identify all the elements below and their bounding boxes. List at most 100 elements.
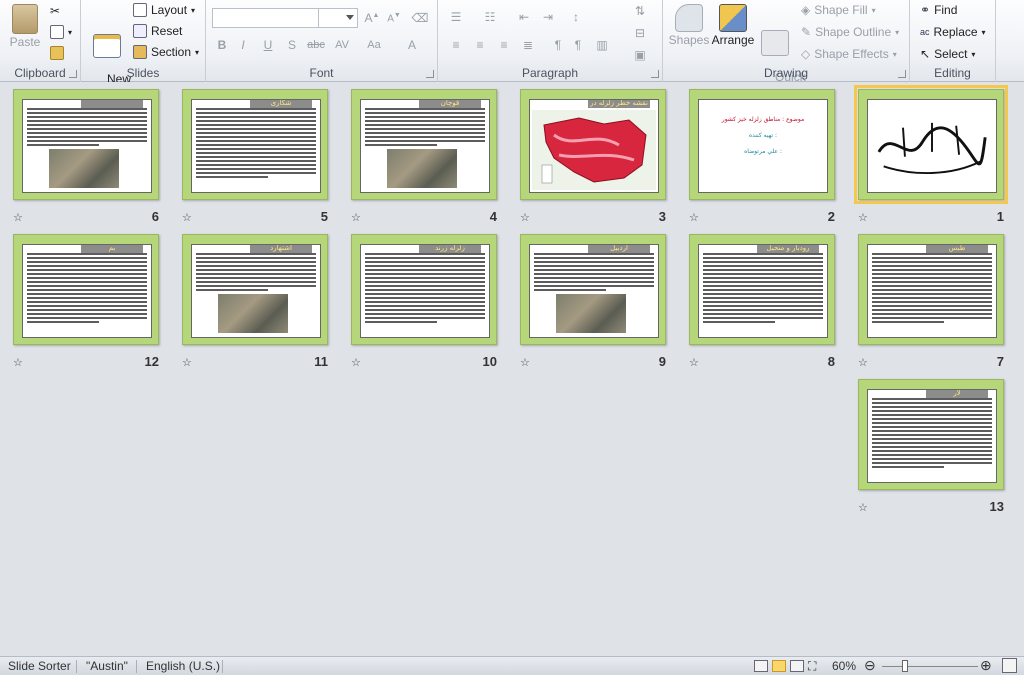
columns-button[interactable]: ▥ [592, 36, 612, 54]
justify-button[interactable]: ≣ [518, 36, 538, 54]
rtl-button[interactable]: ¶ [548, 36, 568, 54]
shapes-button[interactable]: Shapes [667, 2, 711, 47]
slide-preview[interactable] [854, 85, 1008, 204]
shape-outline-button[interactable]: ✎ Shape Outline ▾ [801, 25, 899, 39]
zoom-slider-thumb[interactable] [902, 660, 908, 672]
slide-thumbnail[interactable]: شکاری ☆ 5 [182, 89, 332, 229]
shape-effects-button[interactable]: ◇ Shape Effects ▾ [801, 47, 897, 61]
spacing-button[interactable]: AV [332, 36, 352, 54]
strikethrough-button[interactable]: abc [306, 36, 326, 54]
select-button[interactable]: ↖ Select ▾ [920, 47, 975, 61]
animation-star-icon[interactable]: ☆ [858, 501, 868, 514]
slide-thumbnail[interactable]: نقشه خطر زلزله در ایران ☆ 3 [520, 89, 670, 229]
bullets-button[interactable]: ☰ [446, 8, 466, 26]
slide-preview[interactable]: موضوع : مناطق زلزله خيز كشور تهيه كننده :… [689, 89, 835, 200]
slide-preview[interactable]: طبس [858, 234, 1004, 345]
reading-view-icon[interactable] [790, 660, 804, 672]
animation-star-icon[interactable]: ☆ [689, 356, 699, 369]
slide-thumbnail[interactable]: موضوع : مناطق زلزله خيز كشور تهيه كننده :… [689, 89, 839, 229]
slide-preview[interactable]: نقشه خطر زلزله در ایران [520, 89, 666, 200]
increase-indent-button[interactable]: ⇥ [538, 8, 558, 26]
slide-thumbnail[interactable]: زلزله زرند ☆ 10 [351, 234, 501, 374]
align-text-button[interactable]: ⊟ [630, 24, 650, 42]
slide-show-icon[interactable]: ⛶ [808, 659, 816, 674]
ltr-button[interactable]: ¶ [568, 36, 588, 54]
zoom-in-icon[interactable]: ⊕ [980, 657, 992, 674]
slide-thumbnail[interactable]: ☆ 6 [13, 89, 163, 229]
font-color-button[interactable]: A [402, 36, 422, 54]
smartart-button[interactable]: ▣ [630, 46, 650, 64]
slide-thumbnail[interactable]: بم ☆ 12 [13, 234, 163, 374]
slide-preview[interactable]: قوچان [351, 89, 497, 200]
fit-to-window-icon[interactable] [1002, 658, 1017, 673]
animation-star-icon[interactable]: ☆ [182, 211, 192, 224]
paragraph-launcher-icon[interactable] [651, 70, 659, 78]
slide-sorter-view-icon[interactable] [772, 660, 786, 672]
reset-button[interactable]: Reset [133, 24, 182, 38]
align-center-button[interactable]: ≡ [470, 36, 490, 54]
clear-format-button[interactable]: ⌫ [410, 9, 430, 27]
slide-thumbnail[interactable]: طبس ☆ 7 [858, 234, 1008, 374]
italic-button[interactable]: I [233, 36, 253, 54]
find-button[interactable]: ⚭ Find [920, 3, 957, 17]
font-name-combo[interactable] [212, 8, 320, 28]
arrange-button[interactable]: Arrange [711, 2, 755, 47]
normal-view-icon[interactable] [754, 660, 768, 672]
align-right-button[interactable]: ≡ [494, 36, 514, 54]
slide-preview[interactable]: شکاری [182, 89, 328, 200]
font-size-combo[interactable] [318, 8, 358, 28]
slide-thumbnail[interactable]: قوچان ☆ 4 [351, 89, 501, 229]
slide-thumbnail[interactable]: اردبیل ☆ 9 [520, 234, 670, 374]
slide-preview[interactable]: اردبیل [520, 234, 666, 345]
bold-button[interactable]: B [212, 36, 232, 54]
decrease-indent-icon: ⇤ [518, 10, 530, 24]
slide-thumbnail[interactable]: ☆ 1 [854, 85, 1008, 229]
slide-thumbnail[interactable]: رودبار و منجیل ☆ 8 [689, 234, 839, 374]
animation-star-icon[interactable]: ☆ [182, 356, 192, 369]
copy-button[interactable]: ▾ [50, 25, 72, 39]
animation-star-icon[interactable]: ☆ [520, 356, 530, 369]
format-painter-button[interactable] [50, 46, 64, 60]
slide-preview[interactable]: زلزله زرند [351, 234, 497, 345]
theme-name[interactable]: "Austin" [86, 659, 128, 673]
text-direction-button[interactable]: ⇅ [630, 2, 650, 20]
shadow-button[interactable]: S [282, 36, 302, 54]
replace-button[interactable]: ac Replace ▾ [920, 25, 986, 39]
slide-preview[interactable]: لار [858, 379, 1004, 490]
animation-star-icon[interactable]: ☆ [858, 211, 868, 224]
zoom-slider-track[interactable] [882, 666, 978, 667]
animation-star-icon[interactable]: ☆ [689, 211, 699, 224]
slide-thumbnail[interactable]: اشتهارد ☆ 11 [182, 234, 332, 374]
shrink-font-button[interactable]: A▼ [384, 9, 404, 27]
animation-star-icon[interactable]: ☆ [13, 356, 23, 369]
zoom-out-icon[interactable]: ⊖ [864, 657, 876, 674]
drawing-launcher-icon[interactable] [898, 70, 906, 78]
slide-preview[interactable]: اشتهارد [182, 234, 328, 345]
cut-button[interactable]: ✂ [50, 4, 60, 18]
numbering-button[interactable]: ☷ [480, 8, 500, 26]
animation-star-icon[interactable]: ☆ [351, 356, 361, 369]
shape-fill-button[interactable]: ◈ Shape Fill ▾ [801, 3, 876, 17]
slide-preview[interactable]: رودبار و منجیل [689, 234, 835, 345]
animation-star-icon[interactable]: ☆ [520, 211, 530, 224]
slide-preview[interactable] [13, 89, 159, 200]
layout-button[interactable]: Layout ▾ [133, 3, 195, 17]
slide-thumbnail[interactable]: لار ☆ 13 [858, 379, 1008, 519]
animation-star-icon[interactable]: ☆ [13, 211, 23, 224]
font-launcher-icon[interactable] [426, 70, 434, 78]
animation-star-icon[interactable]: ☆ [351, 211, 361, 224]
line-spacing-button[interactable]: ↕ [566, 8, 586, 26]
section-button[interactable]: Section ▾ [133, 45, 199, 59]
language[interactable]: English (U.S.) [146, 659, 220, 673]
paste-button[interactable]: Paste [6, 2, 44, 49]
clipboard-group: Paste ✂ ▾ Clipboard [0, 0, 81, 82]
clipboard-launcher-icon[interactable] [69, 70, 77, 78]
align-left-button[interactable]: ≡ [446, 36, 466, 54]
slide-preview[interactable]: بم [13, 234, 159, 345]
underline-button[interactable]: U [258, 36, 278, 54]
change-case-button[interactable]: Aa [364, 36, 384, 54]
zoom-level[interactable]: 60% [832, 659, 856, 673]
decrease-indent-button[interactable]: ⇤ [514, 8, 534, 26]
animation-star-icon[interactable]: ☆ [858, 356, 868, 369]
grow-font-button[interactable]: A▲ [362, 9, 382, 27]
